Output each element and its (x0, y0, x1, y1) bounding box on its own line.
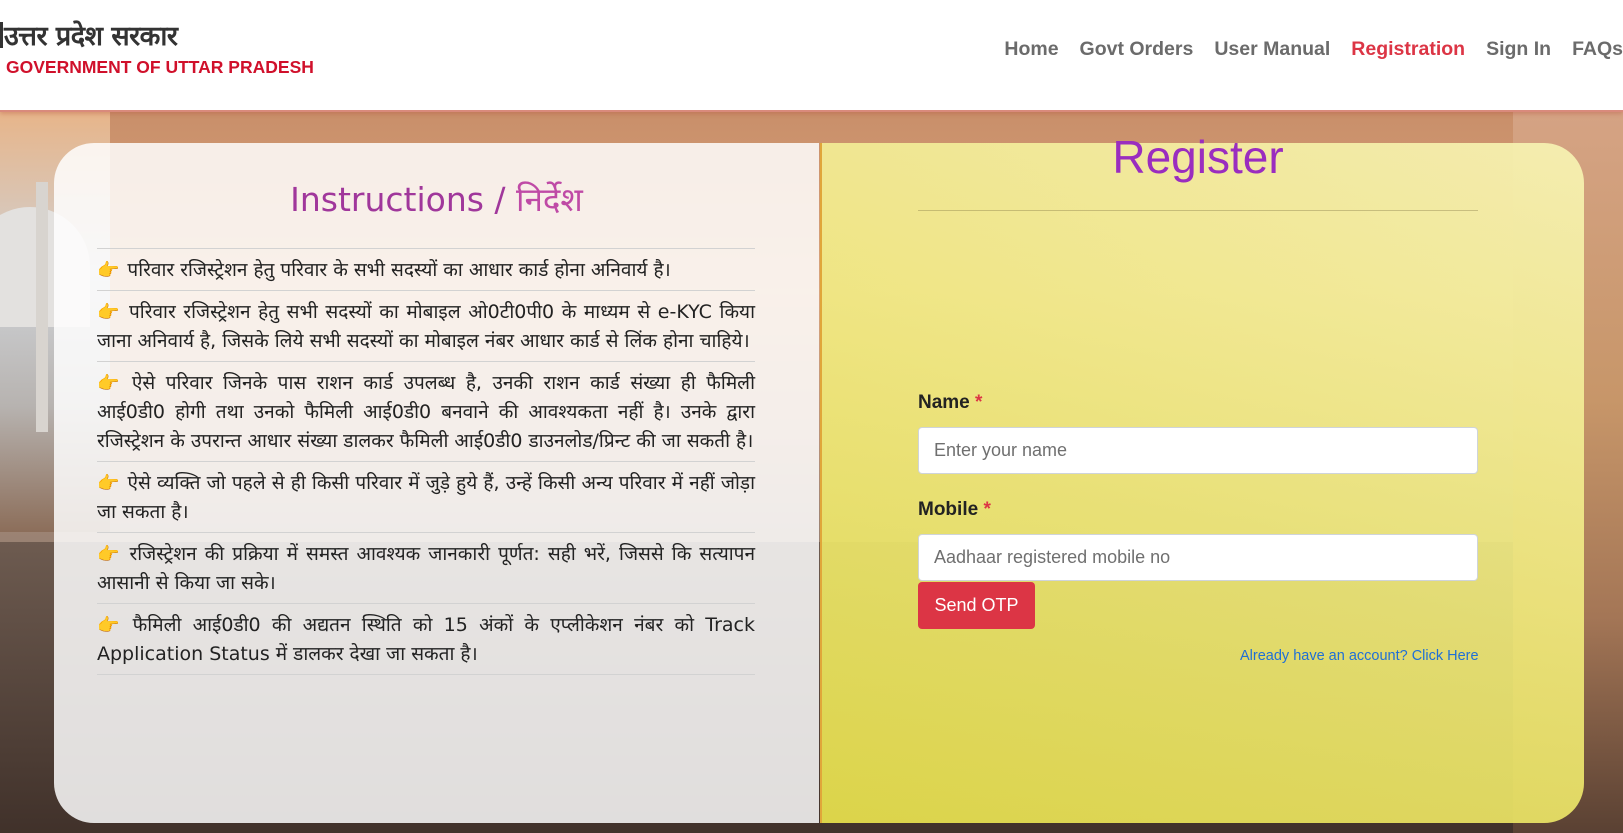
nav-home[interactable]: Home (1004, 38, 1058, 61)
nav-faqs[interactable]: FAQs (1572, 38, 1623, 61)
mobile-input[interactable] (918, 534, 1478, 581)
brand-hindi-name: उत्तर प्रदेश सरकार (4, 21, 178, 52)
register-title: Register (1112, 131, 1284, 183)
nav-user-manual[interactable]: User Manual (1214, 38, 1330, 61)
mobile-label: Mobile * (918, 499, 991, 520)
brand-logo[interactable]: उत्तर प्रदेश सरकार GOVERNMENT OF UTTAR P… (4, 16, 314, 78)
nav-registration[interactable]: Registration (1351, 38, 1465, 61)
site-header: उत्तर प्रदेश सरकार GOVERNMENT OF UTTAR P… (0, 0, 1623, 112)
required-mark: * (975, 392, 983, 413)
send-otp-button[interactable]: Send OTP (918, 582, 1035, 629)
login-link[interactable]: Already have an account? Click Here (1240, 648, 1479, 664)
register-form: Register Name * Mobile * Send OTP Alread… (0, 0, 1623, 833)
nav-govt-orders[interactable]: Govt Orders (1080, 38, 1194, 61)
brand-english-name: GOVERNMENT OF UTTAR PRADESH (6, 57, 314, 77)
required-mark: * (983, 499, 991, 520)
register-divider (918, 210, 1478, 211)
name-input[interactable] (918, 427, 1478, 474)
main-nav: Home Govt Orders User Manual Registratio… (983, 38, 1623, 61)
brand-divider (0, 22, 3, 48)
name-label: Name * (918, 392, 983, 413)
nav-sign-in[interactable]: Sign In (1486, 38, 1551, 61)
